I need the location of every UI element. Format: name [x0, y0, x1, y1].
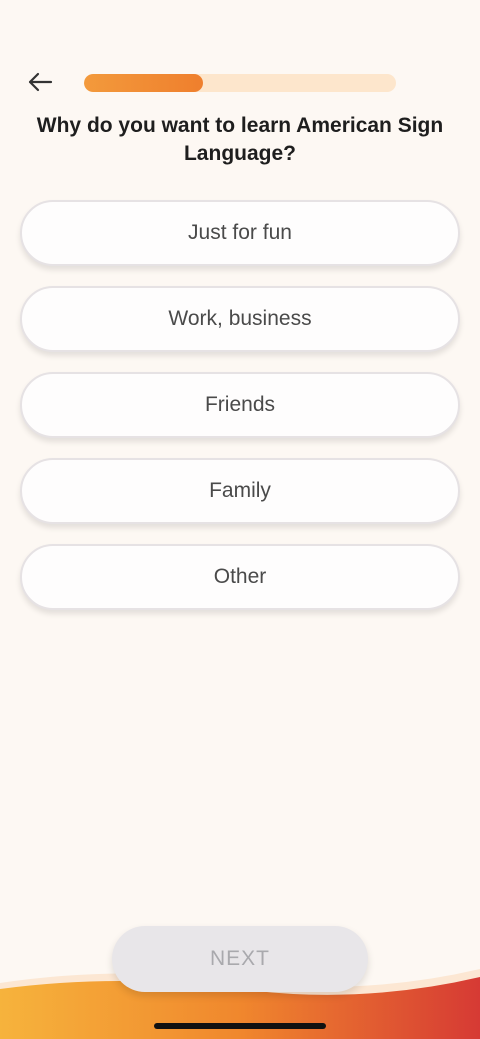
progress-fill — [84, 74, 203, 92]
arrow-left-icon — [27, 72, 53, 97]
option-button[interactable]: Friends — [20, 372, 460, 438]
home-indicator — [154, 1023, 326, 1029]
question-title: Why do you want to learn American Sign L… — [36, 114, 444, 165]
top-bar — [0, 64, 480, 104]
option-button[interactable]: Just for fun — [20, 200, 460, 266]
progress-bar — [84, 74, 396, 92]
option-button[interactable]: Family — [20, 458, 460, 524]
option-button[interactable]: Work, business — [20, 286, 460, 352]
next-button[interactable]: NEXT — [112, 926, 368, 992]
options-list: Just for fun Work, business Friends Family O… — [20, 200, 460, 630]
option-button[interactable]: Other — [20, 544, 460, 610]
back-button[interactable] — [22, 68, 58, 100]
